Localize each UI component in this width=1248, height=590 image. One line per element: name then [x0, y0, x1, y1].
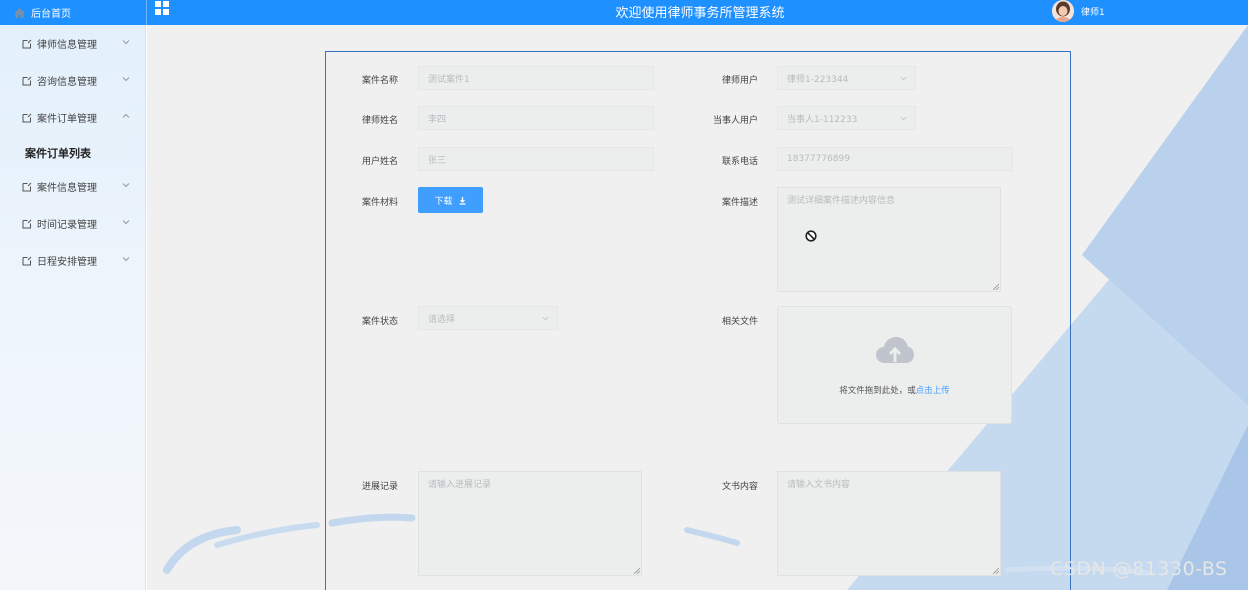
sidebar-item-time-records[interactable]: 时间记录管理 [0, 205, 146, 242]
files-label: 相关文件 [721, 317, 758, 327]
sidebar-item-case-orders[interactable]: 案件订单管理 [0, 99, 146, 136]
edit-document-icon [22, 76, 32, 85]
lawyer-name-value: 李四 [428, 114, 447, 125]
case-name-field[interactable]: 测试案件1 [418, 66, 654, 90]
sidebar-item-label: 时间记录管理 [37, 220, 97, 231]
sidebar-item-consult-info[interactable]: 咨询信息管理 [0, 62, 146, 99]
chevron-down-icon [122, 220, 130, 225]
sidebar-item-label: 咨询信息管理 [37, 77, 97, 88]
user-name-field[interactable]: 张三 [418, 147, 654, 171]
description-value: 测试详细案件描述内容信息 [787, 196, 896, 206]
edit-document-icon [22, 39, 32, 48]
home-label: 后台首页 [31, 9, 71, 20]
home-link[interactable]: 后台首页 [0, 0, 146, 25]
lawyer-user-select[interactable]: 律师1-223344 [777, 66, 916, 90]
phone-value: 18377776899 [787, 154, 850, 164]
client-user-value: 当事人1-112233 [787, 114, 858, 125]
home-icon [14, 7, 25, 18]
sidebar-item-schedule[interactable]: 日程安排管理 [0, 242, 146, 279]
document-textarea[interactable]: 请输入文书内容 [777, 471, 1001, 576]
document-placeholder: 请输入文书内容 [787, 480, 851, 490]
download-button[interactable]: 下载 [418, 187, 483, 213]
lawyer-user-value: 律师1-223344 [787, 74, 849, 85]
status-select[interactable]: 请选择 [418, 306, 558, 330]
upload-hint: 将文件拖到此处，或点击上传 [778, 384, 1011, 396]
edit-document-icon [22, 219, 32, 228]
sidebar-item-case-info[interactable]: 案件信息管理 [0, 168, 146, 205]
material-label: 案件材料 [361, 198, 398, 208]
resize-grip-icon[interactable] [993, 284, 999, 290]
client-user-label: 当事人用户 [712, 116, 758, 126]
status-placeholder: 请选择 [428, 314, 456, 325]
chevron-down-icon [122, 77, 130, 82]
page-title: 欢迎使用律师事务所管理系统 [615, 6, 785, 21]
sidebar-subitem-case-order-list[interactable]: 案件订单列表 [0, 136, 146, 170]
lawyer-name-label: 律师姓名 [361, 116, 398, 126]
upload-drop-text: 将文件拖到此处，或 [839, 386, 916, 396]
user-name-value: 张三 [428, 155, 447, 166]
submenu-label: 案件订单列表 [25, 147, 91, 160]
header-divider [146, 0, 147, 25]
file-upload-dropzone[interactable]: 将文件拖到此处，或点击上传 [777, 306, 1012, 424]
document-label: 文书内容 [721, 482, 758, 492]
chevron-down-icon [900, 76, 907, 81]
progress-placeholder: 请输入进展记录 [428, 480, 492, 490]
lawyer-name-field[interactable]: 李四 [418, 106, 654, 130]
user-name-label: 用户姓名 [361, 157, 398, 167]
chevron-down-icon [542, 316, 549, 321]
lawyer-user-label: 律师用户 [721, 76, 758, 86]
phone-field[interactable]: 18377776899 [777, 147, 1013, 171]
progress-label: 进展记录 [361, 482, 398, 492]
edit-document-icon [22, 113, 32, 122]
user-name: 律师1 [1081, 7, 1105, 18]
case-name-label: 案件名称 [361, 76, 398, 86]
sidebar-item-label: 日程安排管理 [37, 257, 97, 268]
progress-textarea[interactable]: 请输入进展记录 [418, 471, 642, 576]
chevron-down-icon [900, 116, 907, 121]
grid-menu-icon[interactable] [155, 1, 170, 16]
download-button-label: 下载 [434, 196, 453, 207]
edit-document-icon [22, 256, 32, 265]
client-user-select[interactable]: 当事人1-112233 [777, 106, 916, 130]
upload-click-link[interactable]: 点击上传 [916, 386, 950, 396]
chevron-down-icon [122, 40, 130, 45]
top-header: 后台首页 欢迎使用律师事务所管理系统 律师1 [0, 0, 1248, 25]
chevron-up-icon [122, 113, 130, 118]
user-menu[interactable]: 律师1 [1052, 0, 1105, 22]
sidebar: 律师信息管理 咨询信息管理 案件订单管理 案件订单列表 案件信息管理 时间记录管… [0, 25, 146, 590]
sidebar-item-label: 案件订单管理 [37, 114, 97, 125]
chevron-down-icon [122, 183, 130, 188]
download-icon [459, 196, 465, 205]
status-label: 案件状态 [361, 317, 398, 327]
not-allowed-cursor-icon [805, 230, 817, 242]
phone-label: 联系电话 [721, 157, 758, 167]
sidebar-item-label: 律师信息管理 [37, 40, 97, 51]
resize-grip-icon[interactable] [634, 568, 640, 574]
avatar[interactable] [1052, 0, 1074, 22]
case-name-value: 测试案件1 [428, 74, 470, 85]
edit-document-icon [22, 182, 32, 191]
avatar-image-icon [1052, 0, 1074, 22]
upload-cloud-icon [876, 337, 914, 363]
sidebar-item-label: 案件信息管理 [37, 183, 97, 194]
sidebar-item-lawyer-info[interactable]: 律师信息管理 [0, 25, 146, 62]
chevron-down-icon [122, 257, 130, 262]
description-textarea[interactable]: 测试详细案件描述内容信息 [777, 187, 1001, 292]
watermark: CSDN @81330-BS [1050, 558, 1228, 580]
description-label: 案件描述 [721, 198, 758, 208]
resize-grip-icon[interactable] [993, 568, 999, 574]
